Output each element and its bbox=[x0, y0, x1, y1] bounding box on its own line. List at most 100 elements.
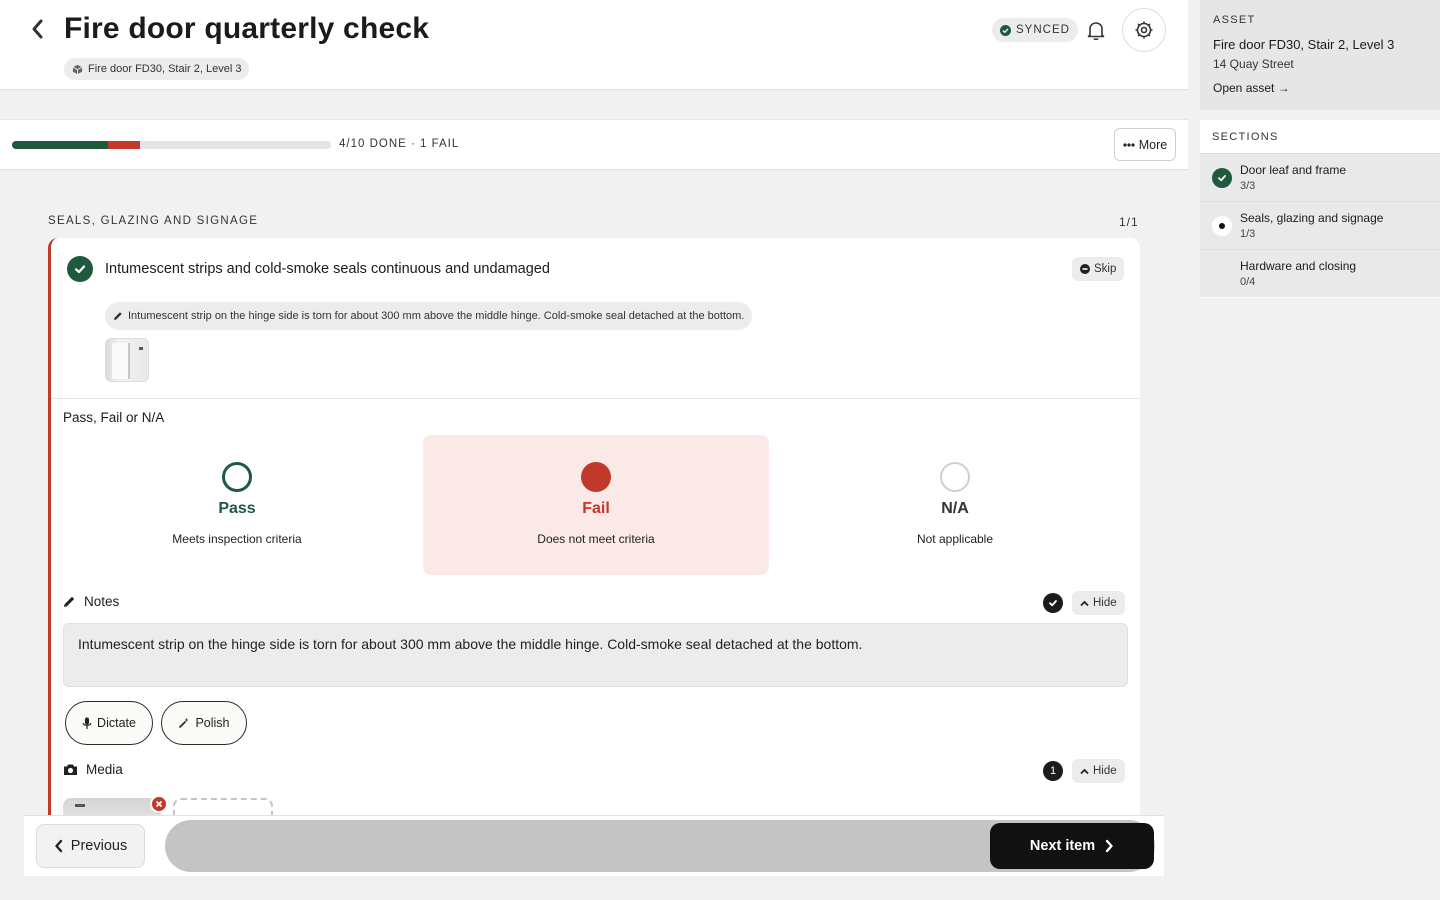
add-media-slot[interactable] bbox=[173, 798, 273, 818]
hide-notes-button[interactable]: Hide bbox=[1072, 591, 1125, 615]
pass-radio bbox=[222, 462, 252, 492]
chevron-up-icon bbox=[1080, 600, 1089, 606]
section-count: 1/1 bbox=[1119, 215, 1139, 229]
pass-option-subtitle: Meets inspection criteria bbox=[172, 532, 302, 546]
media-label: Media bbox=[86, 762, 123, 777]
gear-icon bbox=[1135, 21, 1153, 39]
asset-panel-heading: ASSET bbox=[1213, 14, 1256, 26]
note-preview-chip[interactable]: Intumescent strip on the hinge side is t… bbox=[105, 302, 753, 330]
asset-panel: ASSET Fire door FD30, Stair 2, Level 3 1… bbox=[1200, 0, 1440, 110]
chevron-right-icon bbox=[1105, 839, 1113, 853]
section-done-icon bbox=[1212, 168, 1232, 188]
hide-media-button[interactable]: Hide bbox=[1072, 759, 1125, 783]
right-sidebar: ASSET Fire door FD30, Stair 2, Level 3 1… bbox=[1200, 0, 1440, 900]
fail-option-subtitle: Does not meet criteria bbox=[537, 532, 655, 546]
na-radio bbox=[940, 462, 970, 492]
page-header: Fire door quarterly check Fire door FD30… bbox=[0, 0, 1188, 90]
divider bbox=[51, 398, 1140, 399]
back-button[interactable] bbox=[24, 16, 50, 42]
inspection-item-card: Intumescent strips and cold-smoke seals … bbox=[48, 238, 1140, 818]
pass-option[interactable]: Pass Meets inspection criteria bbox=[64, 435, 410, 575]
media-header: Media bbox=[63, 762, 123, 777]
sections-heading: SECTIONS bbox=[1212, 131, 1279, 143]
minus-circle-icon bbox=[1080, 264, 1090, 274]
item-complete-icon bbox=[67, 256, 93, 282]
progress-fail-segment bbox=[107, 141, 140, 149]
section-item-hardware[interactable]: Hardware and closing 0/4 bbox=[1200, 249, 1440, 297]
pencil-icon bbox=[64, 596, 75, 607]
footer-navigation: Previous Next item bbox=[24, 816, 1164, 876]
chevron-left-icon bbox=[55, 839, 62, 853]
chevron-up-icon bbox=[1080, 768, 1089, 774]
settings-button[interactable] bbox=[1122, 8, 1166, 52]
chevron-left-icon bbox=[32, 19, 43, 39]
bell-icon bbox=[1087, 22, 1105, 41]
progress-bar bbox=[12, 141, 331, 149]
section-progress: 0/4 bbox=[1240, 276, 1256, 288]
previous-button[interactable]: Previous bbox=[36, 824, 145, 868]
item-photo-thumbnail[interactable] bbox=[105, 338, 149, 382]
progress-row: 4/10 DONE · 1 FAIL More bbox=[0, 119, 1188, 170]
section-item-door-leaf[interactable]: Door leaf and frame 3/3 bbox=[1200, 153, 1440, 201]
microphone-icon bbox=[82, 717, 92, 729]
thumbnail-door-shape bbox=[112, 343, 130, 379]
asset-chip-label: Fire door FD30, Stair 2, Level 3 bbox=[88, 63, 242, 75]
page-title: Fire door quarterly check bbox=[64, 12, 430, 45]
notes-textarea[interactable]: Intumescent strip on the hinge side is t… bbox=[63, 623, 1128, 687]
pass-option-title: Pass bbox=[218, 500, 256, 517]
section-progress: 1/3 bbox=[1240, 228, 1256, 240]
dictate-button[interactable]: Dictate bbox=[65, 701, 153, 745]
section-title: SEALS, GLAZING AND SIGNAGE bbox=[48, 215, 259, 227]
hide-notes-label: Hide bbox=[1093, 597, 1117, 609]
check-circle-icon bbox=[1000, 24, 1011, 36]
fail-radio-selected bbox=[581, 462, 611, 492]
sections-panel: SECTIONS Door leaf and frame 3/3 Seals, … bbox=[1200, 120, 1440, 298]
fail-option[interactable]: Fail Does not meet criteria bbox=[423, 435, 769, 575]
note-preview-text: Intumescent strip on the hinge side is t… bbox=[128, 310, 745, 322]
sync-status-badge: SYNCED bbox=[992, 18, 1078, 42]
notifications-button[interactable] bbox=[1084, 18, 1108, 42]
next-item-label: Next item bbox=[1029, 838, 1096, 854]
asset-address: 14 Quay Street bbox=[1213, 57, 1294, 71]
more-dots-icon bbox=[1123, 142, 1135, 147]
section-name: Door leaf and frame bbox=[1240, 163, 1347, 177]
progress-pass-segment bbox=[12, 141, 108, 149]
notes-label: Notes bbox=[84, 594, 120, 609]
skip-button-label: Skip bbox=[1094, 263, 1117, 275]
section-progress: 3/3 bbox=[1240, 180, 1256, 192]
na-option-subtitle: Not applicable bbox=[916, 532, 994, 546]
skip-button[interactable]: Skip bbox=[1072, 257, 1125, 281]
more-button[interactable]: More bbox=[1114, 128, 1176, 161]
media-count-badge: 1 bbox=[1043, 761, 1063, 781]
question-label: Pass, Fail or N/A bbox=[63, 410, 165, 425]
progress-summary: 4/10 DONE · 1 FAIL bbox=[339, 138, 460, 150]
media-photo-thumbnail[interactable] bbox=[63, 798, 161, 818]
item-title: Intumescent strips and cold-smoke seals … bbox=[105, 261, 550, 277]
magic-wand-icon bbox=[179, 717, 190, 729]
na-option-title: N/A bbox=[941, 500, 969, 517]
thumbnail-hinge-shape bbox=[139, 347, 143, 350]
camera-icon bbox=[64, 764, 77, 775]
open-asset-link[interactable]: Open asset → bbox=[1213, 81, 1290, 95]
next-item-button[interactable]: Next item bbox=[990, 823, 1154, 869]
more-button-label: More bbox=[1138, 137, 1168, 152]
pencil-icon bbox=[114, 312, 122, 320]
sync-status-label: SYNCED bbox=[1016, 24, 1070, 36]
remove-media-button[interactable] bbox=[150, 795, 168, 813]
section-name: Seals, glazing and signage bbox=[1240, 211, 1384, 225]
na-option[interactable]: N/A Not applicable bbox=[782, 435, 1128, 575]
section-current-icon bbox=[1212, 216, 1232, 236]
polish-label: Polish bbox=[195, 716, 230, 730]
fail-option-title: Fail bbox=[582, 500, 610, 517]
asset-chip[interactable]: Fire door FD30, Stair 2, Level 3 bbox=[64, 58, 250, 80]
section-name: Hardware and closing bbox=[1240, 259, 1357, 273]
polish-button[interactable]: Polish bbox=[161, 701, 247, 745]
section-item-seals[interactable]: Seals, glazing and signage 1/3 bbox=[1200, 201, 1440, 249]
asset-name: Fire door FD30, Stair 2, Level 3 bbox=[1213, 37, 1395, 52]
hide-media-label: Hide bbox=[1093, 765, 1117, 777]
close-icon bbox=[155, 800, 163, 808]
notes-header: Notes bbox=[63, 594, 119, 609]
notes-complete-icon bbox=[1043, 593, 1063, 613]
box-icon bbox=[72, 64, 83, 74]
thumbnail-hinge-shape bbox=[75, 804, 85, 807]
